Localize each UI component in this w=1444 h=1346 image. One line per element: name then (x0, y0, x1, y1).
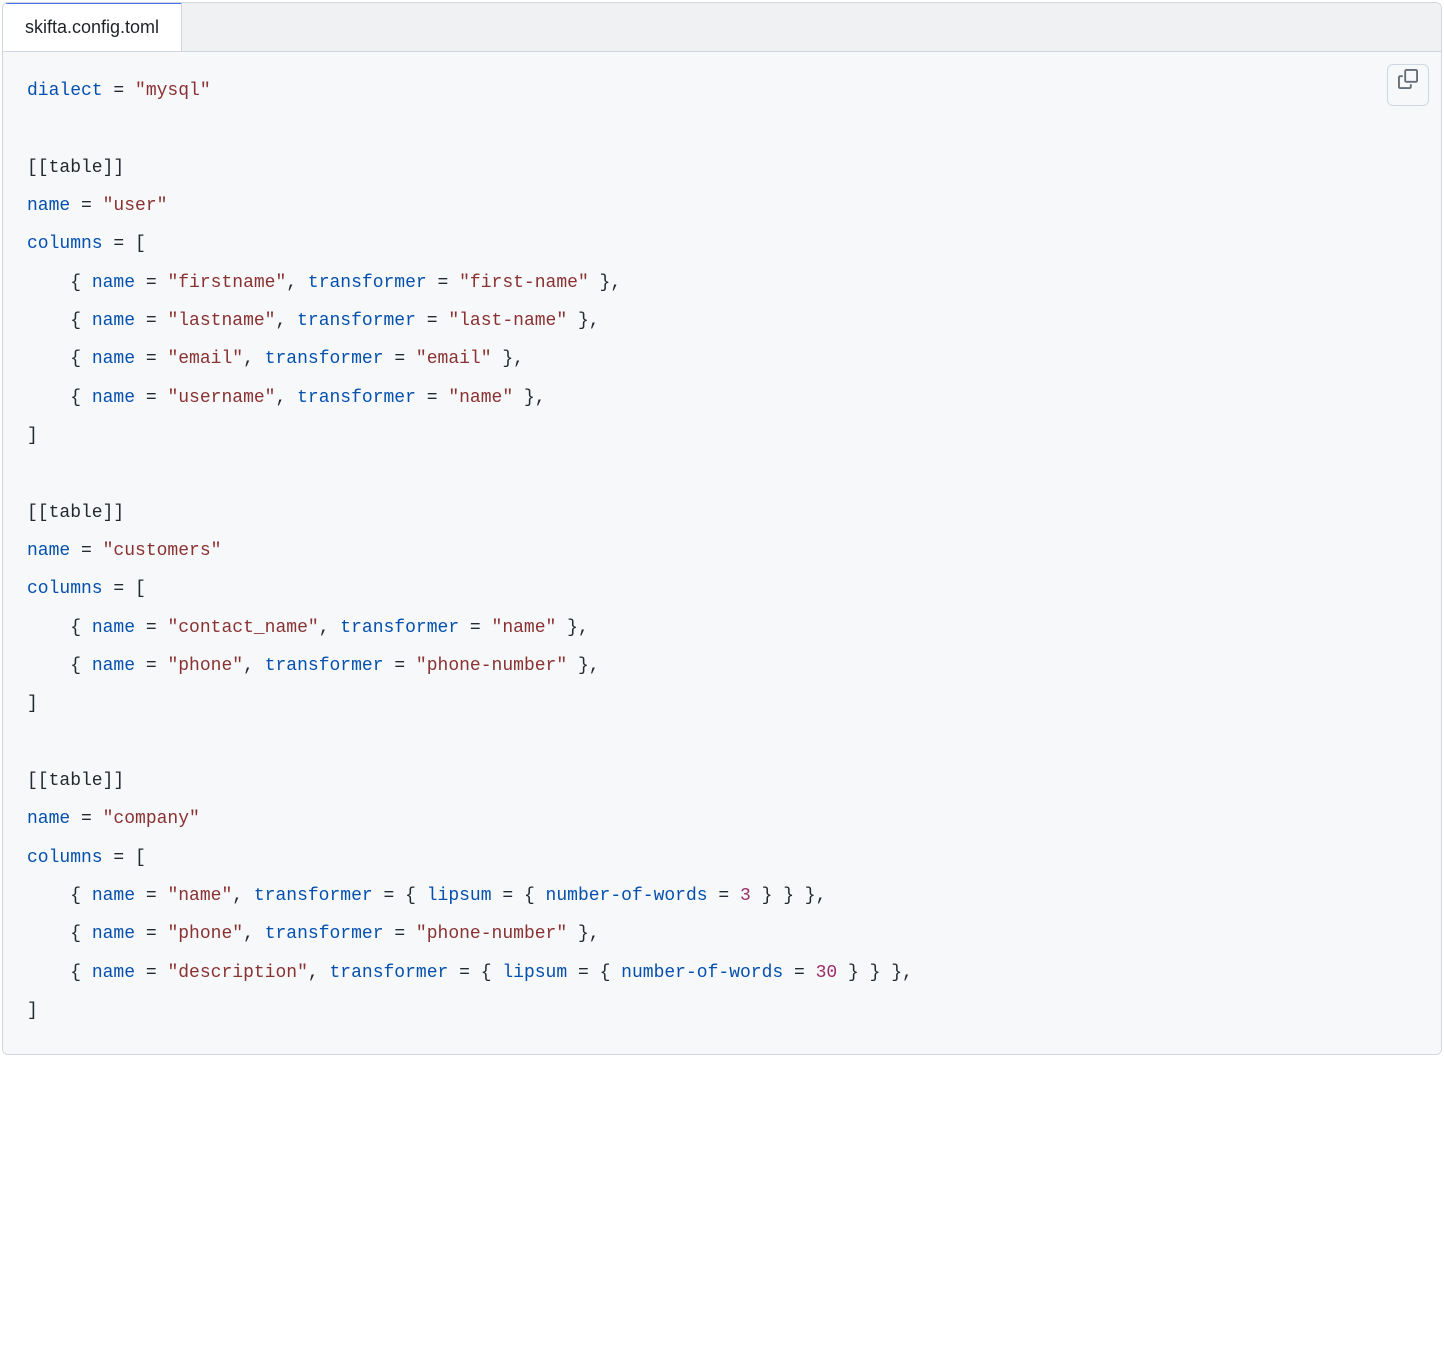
tab-bar: skifta.config.toml (3, 3, 1441, 52)
copy-button[interactable] (1387, 64, 1429, 106)
code-content: dialect = "mysql" [[table]] name = "user… (27, 72, 1417, 1030)
tab-label: skifta.config.toml (25, 17, 159, 37)
tab-filename[interactable]: skifta.config.toml (3, 2, 182, 51)
copy-icon (1398, 66, 1418, 104)
code-area: dialect = "mysql" [[table]] name = "user… (3, 52, 1441, 1054)
code-block-container: skifta.config.toml dialect = "mysql" [[t… (2, 2, 1442, 1055)
